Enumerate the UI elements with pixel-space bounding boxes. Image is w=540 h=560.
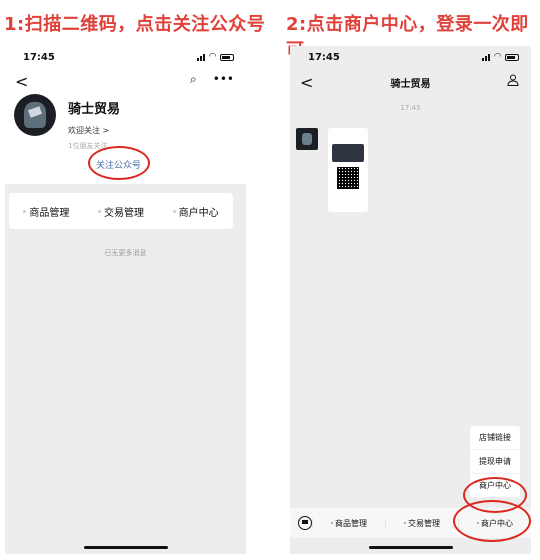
back-icon[interactable]: < [300,73,313,92]
bottom-item-label: 交易管理 [408,518,440,528]
welcome-link[interactable]: 欢迎关注 > [68,125,120,136]
highlight-circle-bottom [453,500,531,542]
navigation-bar: < ⌕ ••• [5,68,246,94]
menu-dot-icon [97,209,101,213]
phone-screen-chat: 17:45 ◠ < 骑士贸易 17:45 店铺链接 提现申请 商户中心 商品管理… [290,46,531,554]
qr-code-icon [337,167,359,189]
account-name: 骑士贸易 [68,102,121,117]
phone-screen-official-account: 17:45 ◠ < ⌕ ••• 骑士贸易 欢迎关注 > 1位朋友关注 关注公众号 [5,46,246,554]
chat-message [296,128,368,212]
wifi-icon: ◠ [494,52,501,62]
battery-icon [505,53,519,61]
menu-dot-icon [172,209,176,213]
menu-item-merchant-center[interactable]: 商户中心 [172,204,219,219]
status-bar: 17:45 ◠ [290,46,531,68]
step-1-title: 1:扫描二维码，点击关注公众号 [4,14,266,35]
bottom-item-label: 商品管理 [335,518,367,528]
profile-icon[interactable] [507,74,519,86]
popup-item-withdraw[interactable]: 提现申请 [470,450,520,474]
chat-title: 骑士贸易 [390,78,431,90]
menu-dot-icon [23,209,27,213]
signal-icon [482,53,491,61]
battery-icon [220,53,234,61]
menu-dot-icon [404,522,406,524]
home-indicator[interactable] [83,546,168,549]
status-time: 17:45 [308,51,340,63]
wifi-icon: ◠ [209,52,216,62]
menu-item-label: 商户中心 [178,207,219,219]
menu-item-products[interactable]: 商品管理 [23,204,69,219]
chat-navigation-bar: < 骑士贸易 [290,68,531,96]
menu-item-label: 交易管理 [103,207,144,219]
bottom-item-products[interactable]: 商品管理 [312,517,385,529]
popup-item-shop-link[interactable]: 店铺链接 [470,426,520,450]
account-profile: 骑士贸易 欢迎关注 > 1位朋友关注 [14,94,120,151]
card-image [332,144,364,162]
highlight-circle-follow [88,146,150,180]
menu-item-label: 商品管理 [29,207,70,219]
no-more-messages: 已无更多消息 [104,249,147,257]
menu-dot-icon [331,522,333,524]
status-bar: 17:45 ◠ [5,46,246,68]
back-icon[interactable]: < [15,72,28,91]
menu-item-trading[interactable]: 交易管理 [97,204,144,219]
bottom-item-trading[interactable]: 交易管理 [385,517,458,529]
signal-icon [197,53,206,61]
account-menu: 商品管理 交易管理 商户中心 [9,193,233,229]
search-icon[interactable]: ⌕ [190,72,197,87]
more-icon[interactable]: ••• [213,72,234,87]
keyboard-icon[interactable] [298,516,312,530]
account-avatar [14,94,56,136]
sender-avatar [296,128,318,150]
home-indicator[interactable] [368,546,453,549]
chat-timestamp: 17:45 [400,104,421,112]
message-card[interactable] [328,128,368,212]
status-time: 17:45 [23,51,55,63]
